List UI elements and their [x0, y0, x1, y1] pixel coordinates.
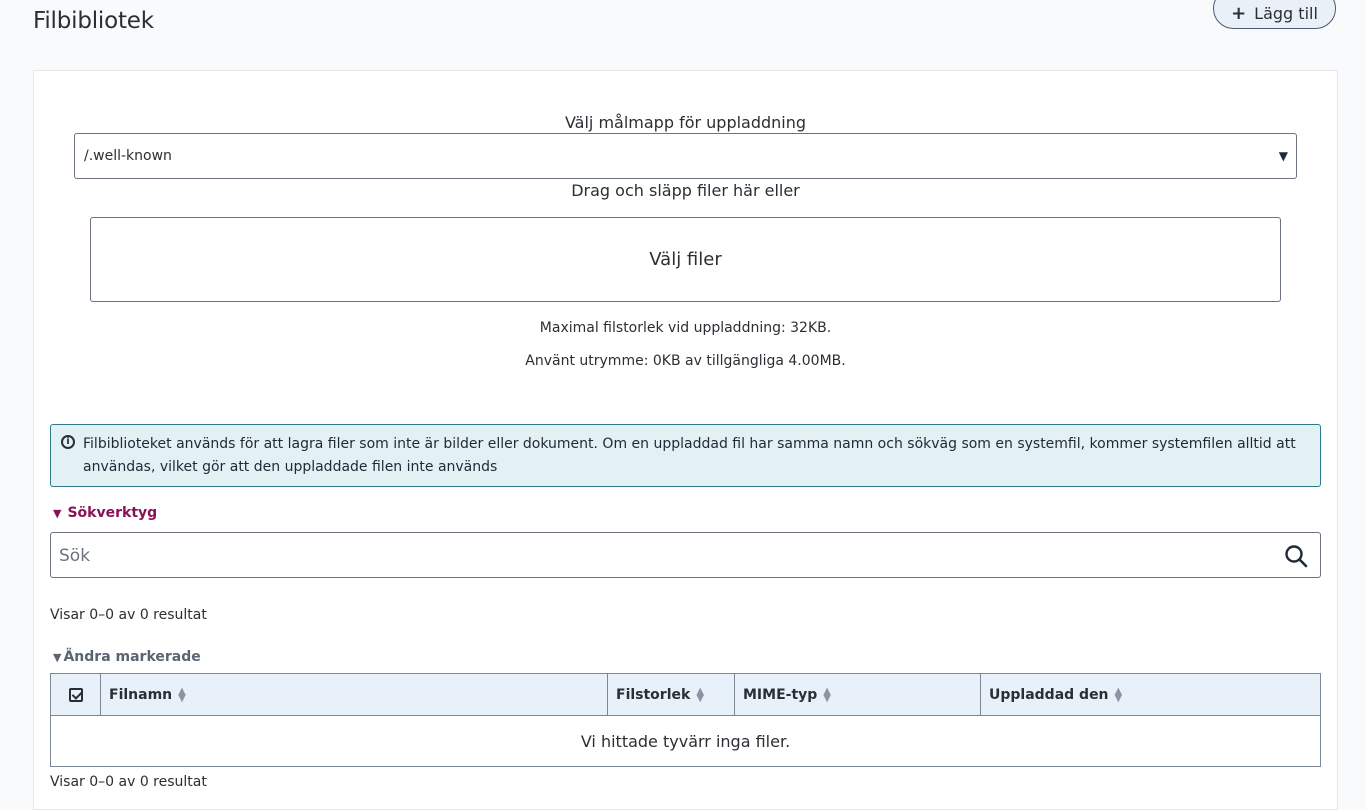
table-header-row: Filnamn ▲ ▼ Filstorlek ▲ ▼ MIME-typ ▲ ▼ Upplad…	[50, 673, 1321, 716]
select-all-checkbox[interactable]	[68, 687, 83, 702]
add-button-label: Lägg till	[1254, 4, 1318, 23]
column-header-uploaded[interactable]: Uppladdad den ▲ ▼	[980, 673, 1321, 716]
select-all-header	[50, 673, 101, 716]
info-icon: i	[61, 435, 75, 449]
max-file-size-text: Maximal filstorlek vid uppladdning: 32KB…	[539, 320, 832, 336]
result-count-top: Visar 0–0 av 0 resultat	[50, 607, 207, 623]
add-button[interactable]: + Lägg till	[1213, 0, 1336, 29]
dropdown-caret-icon: ▼	[1278, 149, 1288, 163]
plus-icon: +	[1231, 3, 1247, 24]
sort-icon: ▲ ▼	[823, 685, 831, 704]
target-folder-value: /.well-known	[84, 148, 172, 164]
choose-files-button[interactable]: Välj filer	[90, 217, 1281, 302]
triangle-down-icon: ▼	[53, 506, 62, 520]
bulk-edit-toggle[interactable]: ▼ Ändra markerade	[53, 649, 201, 665]
column-header-filesize[interactable]: Filstorlek ▲ ▼	[607, 673, 735, 716]
file-library-card: Välj målmapp för uppladdning /.well-know…	[33, 70, 1338, 810]
search-box	[50, 532, 1321, 579]
target-folder-select[interactable]: /.well-known ▼	[74, 133, 1297, 179]
triangle-down-icon: ▼	[53, 650, 62, 664]
sort-icon: ▲ ▼	[178, 685, 186, 704]
empty-table-message: Vi hittade tyvärr inga filer.	[50, 715, 1321, 767]
used-space-text: Använt utrymme: 0KB av tillgängliga 4.00…	[525, 353, 846, 369]
result-count-bottom: Visar 0–0 av 0 resultat	[50, 774, 207, 790]
info-alert: i Filbiblioteket används för att lagra f…	[50, 424, 1321, 487]
file-table: Filnamn ▲ ▼ Filstorlek ▲ ▼ MIME-typ ▲ ▼ Upplad…	[50, 673, 1321, 767]
column-header-filename[interactable]: Filnamn ▲ ▼	[100, 673, 608, 716]
column-header-label: Uppladdad den	[989, 686, 1109, 703]
sort-icon: ▲ ▼	[1114, 685, 1123, 704]
column-header-mime-type[interactable]: MIME-typ ▲ ▼	[734, 673, 981, 716]
bulk-edit-label: Ändra markerade	[63, 649, 201, 665]
page-title: Filbibliotek	[33, 8, 154, 34]
search-tools-toggle[interactable]: ▼ Sökverktyg	[53, 505, 157, 521]
target-folder-label: Välj målmapp för uppladdning	[564, 113, 807, 132]
column-header-label: Filnamn	[109, 686, 173, 703]
search-icon[interactable]	[1284, 544, 1308, 568]
drop-zone-label: Drag och släpp filer här eller	[571, 181, 800, 200]
column-header-label: Filstorlek	[616, 686, 691, 703]
info-alert-text: Filbiblioteket används för att lagra fil…	[83, 436, 1296, 475]
search-input[interactable]	[51, 533, 1261, 579]
sort-icon: ▲ ▼	[696, 685, 705, 704]
table-empty-row: Vi hittade tyvärr inga filer.	[50, 715, 1321, 767]
search-tools-label: Sökverktyg	[67, 505, 158, 521]
column-header-label: MIME-typ	[743, 686, 818, 703]
